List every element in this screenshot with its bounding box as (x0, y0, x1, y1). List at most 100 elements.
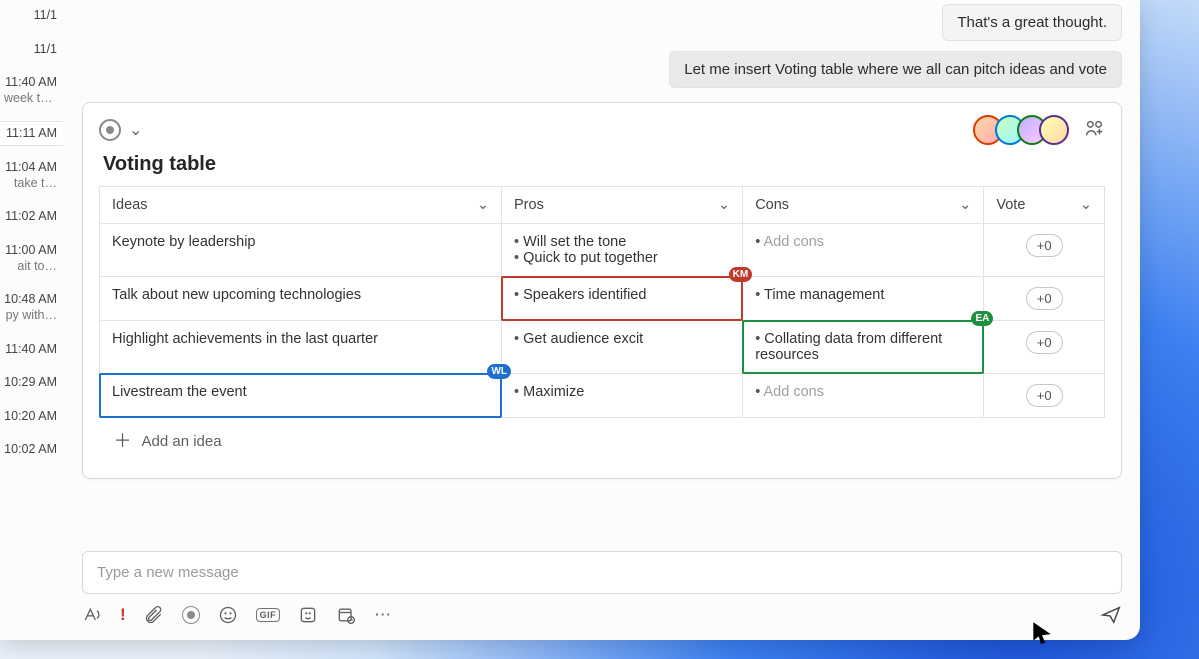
loop-title[interactable]: Voting table (103, 153, 1105, 176)
avatar[interactable] (1039, 115, 1069, 145)
voting-table: Ideas ⌄ Pros ⌄ Cons ⌄ Vote⌄ (99, 186, 1105, 460)
con-item: Time management (755, 287, 971, 303)
chevron-down-icon[interactable]: ⌄ (959, 197, 971, 213)
chat-list-preview: take t… (4, 176, 57, 192)
chat-list-item[interactable]: 11:02 AM (0, 205, 63, 229)
cell-pros[interactable]: Will set the tone Quick to put together (502, 224, 743, 277)
presence-avatars (973, 115, 1069, 145)
chat-list-time: 10:29 AM (4, 375, 57, 389)
cell-cons[interactable]: Time management (743, 277, 984, 321)
column-label: Cons (755, 197, 789, 213)
message-input[interactable] (82, 551, 1122, 594)
column-header-vote[interactable]: Vote⌄ (984, 187, 1105, 224)
cell-idea[interactable]: Highlight achievements in the last quart… (100, 321, 502, 374)
con-placeholder: Add cons (755, 234, 971, 250)
chat-list-item[interactable]: 10:48 AM py with… (0, 288, 63, 327)
cell-cons[interactable]: Add cons (743, 374, 984, 418)
loop-voting-card: ⌄ Voting table (82, 102, 1122, 479)
pro-item: Get audience excit (514, 331, 730, 347)
chat-list-time: 11:04 AM (5, 160, 57, 174)
chat-main: That's a great thought. Let me insert Vo… (64, 0, 1140, 640)
column-header-ideas[interactable]: Ideas ⌄ (100, 187, 502, 224)
chat-list-item[interactable]: 11:11 AM (0, 121, 63, 147)
chat-list-time: 10:20 AM (4, 409, 57, 423)
cell-vote: +0 (984, 374, 1105, 418)
loop-insert-icon[interactable] (182, 606, 200, 624)
gif-icon[interactable]: GIF (256, 608, 281, 622)
plus-icon: ＋ (114, 432, 132, 450)
message-bubble[interactable]: That's a great thought. (942, 4, 1122, 41)
cell-cons[interactable]: EA Collating data from different resourc… (743, 321, 984, 374)
cell-pros[interactable]: KM Speakers identified (502, 277, 743, 321)
cell-text: Keynote by leadership (112, 234, 256, 250)
chevron-down-icon[interactable]: ⌄ (1080, 197, 1092, 213)
table-row: ＋ Add an idea (100, 418, 1105, 461)
cell-text: Highlight achievements in the last quart… (112, 331, 378, 347)
presence-tag: KM (729, 267, 753, 282)
pro-item: Quick to put together (514, 250, 730, 266)
table-row: Talk about new upcoming technologies KM … (100, 277, 1105, 321)
chat-list-time: 11:00 AM (5, 243, 57, 257)
add-idea-cell: ＋ Add an idea (100, 418, 1105, 461)
column-label: Pros (514, 197, 544, 213)
chat-window: 11/1 11/1 11:40 AM week to… 11:11 AM 11:… (0, 0, 1140, 640)
more-icon[interactable]: ⋯ (374, 605, 391, 625)
chat-list-preview: py with… (4, 308, 57, 324)
chat-list-item[interactable]: 10:20 AM (0, 405, 63, 429)
add-idea-button[interactable]: ＋ Add an idea (112, 432, 1093, 450)
chevron-down-icon[interactable]: ⌄ (129, 120, 142, 140)
chat-list-item[interactable]: 11/1 (0, 4, 63, 28)
cell-idea[interactable]: Keynote by leadership (100, 224, 502, 277)
priority-icon[interactable]: ! (120, 605, 126, 625)
cell-text: Talk about new upcoming technologies (112, 287, 361, 303)
chat-list-item[interactable]: 11:40 AM (0, 338, 63, 362)
share-icon[interactable] (1083, 117, 1105, 144)
chat-list-item[interactable]: 11/1 (0, 38, 63, 62)
chevron-down-icon[interactable]: ⌄ (718, 197, 730, 213)
chat-list-item[interactable]: 10:02 AM (0, 438, 63, 462)
cell-cons[interactable]: Add cons (743, 224, 984, 277)
chat-list-preview: ait to… (4, 259, 57, 275)
chat-list-item[interactable]: 11:40 AM week to… (0, 71, 63, 110)
chat-list-item[interactable]: 11:04 AM take t… (0, 156, 63, 195)
cell-idea[interactable]: Talk about new upcoming technologies (100, 277, 502, 321)
column-label: Ideas (112, 197, 147, 213)
con-item: Collating data from different resources (755, 331, 971, 363)
chat-list-time: 11/1 (34, 42, 57, 56)
con-placeholder: Add cons (755, 384, 971, 400)
cell-pros[interactable]: Maximize (502, 374, 743, 418)
attach-icon[interactable] (144, 605, 164, 625)
schedule-icon[interactable] (336, 605, 356, 625)
chat-list-item[interactable]: 11:00 AM ait to… (0, 239, 63, 278)
chat-list-time: 10:02 AM (4, 442, 57, 456)
vote-button[interactable]: +0 (1026, 287, 1063, 310)
add-idea-label: Add an idea (142, 433, 222, 450)
column-header-pros[interactable]: Pros ⌄ (502, 187, 743, 224)
cell-text: Livestream the event (112, 384, 247, 400)
table-row: WL Livestream the event Maximize Add con… (100, 374, 1105, 418)
pro-item: Maximize (514, 384, 730, 400)
chat-list-time: 11/1 (34, 8, 57, 22)
message-bubble[interactable]: Let me insert Voting table where we all … (669, 51, 1122, 88)
presence-tag: WL (487, 364, 511, 379)
sticker-icon[interactable] (298, 605, 318, 625)
cell-idea[interactable]: WL Livestream the event (100, 374, 502, 418)
loop-icon[interactable] (99, 119, 121, 141)
vote-button[interactable]: +0 (1026, 234, 1063, 257)
table-row: Keynote by leadership Will set the tone … (100, 224, 1105, 277)
cell-pros[interactable]: Get audience excit (502, 321, 743, 374)
chat-list-item[interactable]: 10:29 AM (0, 371, 63, 395)
vote-button[interactable]: +0 (1026, 384, 1063, 407)
compose-area: ! GIF ⋯ (82, 535, 1122, 626)
cell-vote: +0 (984, 224, 1105, 277)
chevron-down-icon[interactable]: ⌄ (477, 197, 489, 213)
format-icon[interactable] (82, 605, 102, 625)
vote-button[interactable]: +0 (1026, 331, 1063, 354)
message-list: That's a great thought. Let me insert Vo… (82, 0, 1122, 98)
chat-list-preview: week to… (4, 91, 57, 107)
column-header-cons[interactable]: Cons ⌄ (743, 187, 984, 224)
emoji-icon[interactable] (218, 605, 238, 625)
presence-tag: EA (971, 311, 993, 326)
send-button[interactable] (1100, 604, 1122, 626)
chat-list-time: 11:02 AM (5, 209, 57, 223)
